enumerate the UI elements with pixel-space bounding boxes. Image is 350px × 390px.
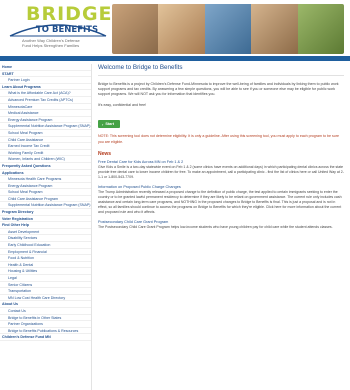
- logo-title: BRIDGE: [26, 3, 113, 25]
- sidebar-item-asset-development[interactable]: Asset Development: [0, 229, 91, 236]
- sidebar-item-medical-assistance[interactable]: Medical Assistance: [0, 110, 91, 117]
- sidebar-item-find-other-help[interactable]: Find Other Help: [0, 222, 91, 229]
- sidebar-item-disability-services[interactable]: Disability Services: [0, 235, 91, 243]
- news-item-body: Give Kids a Smile is a two-day statewide…: [98, 164, 344, 179]
- start-button-label: Start: [105, 122, 114, 127]
- sidebar-item-voter-registration[interactable]: Voter Registration: [0, 216, 91, 223]
- sidebar-item-health-dental[interactable]: Health & Dental: [0, 262, 91, 269]
- sidebar-item-start[interactable]: START: [0, 71, 91, 78]
- sidebar-item-bridge-to-benefits-publications-resources[interactable]: Bridge to Benefits Publications & Resour…: [0, 328, 91, 335]
- sidebar-item-about-us[interactable]: About Us: [0, 301, 91, 308]
- header-photo-banner: [112, 4, 344, 54]
- sidebar-item-what-is-the-affordable-care-act-aca[interactable]: What is the Affordable Care Act (ACA)?: [0, 90, 91, 97]
- sidebar-item-child-care-assistance-program[interactable]: Child Care Assistance Program: [0, 196, 91, 203]
- news-item-title[interactable]: Postsecondary Child Care Grant Program: [98, 220, 344, 224]
- sidebar-item-school-meal-program[interactable]: School Meal Program: [0, 189, 91, 196]
- main-content: Welcome to Bridge to Benefits Bridge to …: [98, 64, 344, 390]
- family-photo: [204, 4, 252, 54]
- sidebar-item-supplemental-nutrition-assistance-program-snap[interactable]: Supplemental Nutrition Assistance Progra…: [0, 123, 91, 130]
- family-photo: [251, 4, 298, 54]
- sidebar-item-program-directory[interactable]: Program Directory: [0, 209, 91, 216]
- sidebar-item-food-nutrition[interactable]: Food & Nutrition: [0, 255, 91, 262]
- sidebar-item-child-care-assistance[interactable]: Child Care Assistance: [0, 137, 91, 144]
- sidebar-item-mn-low-cost-health-care-directory[interactable]: MN Low Cost Health Care Directory: [0, 295, 91, 302]
- sidebar-item-children-s-defense-fund-mn[interactable]: Children's Defense Fund MN: [0, 334, 91, 341]
- sidebar-nav: Home START Partner Login Learn About Progra…: [0, 64, 92, 390]
- news-item-title[interactable]: Information on Proposed Public Charge Ch…: [98, 185, 344, 189]
- sidebar-item-minnesota-health-care-programs[interactable]: Minnesota Health Care Programs: [0, 176, 91, 183]
- sidebar-item-early-childhood-education[interactable]: Early Childhood Education: [0, 242, 91, 249]
- news-item: Information on Proposed Public Charge Ch…: [98, 185, 344, 215]
- header-divider: [0, 56, 350, 61]
- sidebar-item-learn-about-programs[interactable]: Learn About Programs: [0, 84, 91, 91]
- sidebar-item-housing-utilities[interactable]: Housing & Utilities: [0, 268, 91, 275]
- sidebar-item-contact-us[interactable]: Contact Us: [0, 308, 91, 315]
- sidebar-item-energy-assistance-program[interactable]: Energy Assistance Program: [0, 117, 91, 124]
- sidebar-item-partner-login[interactable]: Partner Login: [0, 77, 91, 84]
- logo-subtitle: TO BENEFITS: [36, 25, 99, 35]
- sidebar-item-working-family-credit[interactable]: Working Family Credit: [0, 150, 91, 157]
- sidebar-item-applications[interactable]: Applications: [0, 170, 91, 177]
- site-header: BRIDGE TO BENEFITS Another Way Children'…: [0, 0, 350, 56]
- logo-tagline: Fund Helps Strengthen Families: [22, 43, 80, 48]
- sidebar-item-transportation[interactable]: Transportation: [0, 288, 91, 295]
- confidential-text: It's easy, confidential and free!: [98, 102, 147, 107]
- sidebar-item-earned-income-tax-credit[interactable]: Earned Income Tax Credit: [0, 143, 91, 150]
- sidebar-item-bridge-to-benefits-in-other-states[interactable]: Bridge to Benefits in Other States: [0, 315, 91, 322]
- news-heading: News: [98, 150, 112, 157]
- chevron-right-icon: ›: [102, 121, 104, 127]
- family-photo: [297, 4, 344, 54]
- sidebar-item-energy-assistance-program[interactable]: Energy Assistance Program: [0, 183, 91, 190]
- news-item-title[interactable]: Free Dental Care for Kids Across MN on F…: [98, 160, 344, 164]
- sidebar-item-frequently-asked-questions[interactable]: Frequently Asked Questions: [0, 163, 91, 170]
- sidebar-item-partner-organizations[interactable]: Partner Organizations: [0, 321, 91, 328]
- nav-list: Home START Partner Login Learn About Progra…: [0, 64, 91, 341]
- news-list: Free Dental Care for Kids Across MN on F…: [98, 160, 344, 230]
- news-item-body: The Postsecondary Child Care Grant Progr…: [98, 224, 333, 229]
- start-button[interactable]: › Start: [98, 120, 120, 129]
- sidebar-item-home[interactable]: Home: [0, 64, 91, 71]
- family-photo: [112, 4, 159, 54]
- sidebar-item-senior-citizens[interactable]: Senior Citizens: [0, 282, 91, 289]
- intro-text: Bridge to Benefits is a project by Child…: [98, 82, 339, 97]
- sidebar-item-employment-financial[interactable]: Employment & Financial: [0, 249, 91, 256]
- news-item: Free Dental Care for Kids Across MN on F…: [98, 160, 344, 180]
- news-item: Postsecondary Child Care Grant Program T…: [98, 220, 344, 230]
- sidebar-item-advanced-premium-tax-credits-aptcs[interactable]: Advanced Premium Tax Credits (APTCs): [0, 97, 91, 104]
- family-photo: [158, 4, 205, 54]
- sidebar-item-women-infants-and-children-wic[interactable]: Women, Infants and Children (WIC): [0, 156, 91, 163]
- disclaimer-note: NOTE: This screening tool does not deter…: [98, 134, 339, 144]
- news-item-body: The Trump Administration recently releas…: [98, 189, 342, 214]
- page-title: Welcome to Bridge to Benefits: [98, 64, 344, 76]
- sidebar-item-minnesotacare[interactable]: MinnesotaCare: [0, 104, 91, 111]
- sidebar-item-school-meal-program[interactable]: School Meal Program: [0, 130, 91, 137]
- sidebar-item-legal[interactable]: Legal: [0, 275, 91, 282]
- site-logo[interactable]: BRIDGE TO BENEFITS Another Way Children'…: [8, 2, 112, 54]
- sidebar-item-supplemental-nutrition-assistance-program-snap-formerly-food-support[interactable]: Supplemental Nutrition Assistance Progra…: [0, 202, 91, 210]
